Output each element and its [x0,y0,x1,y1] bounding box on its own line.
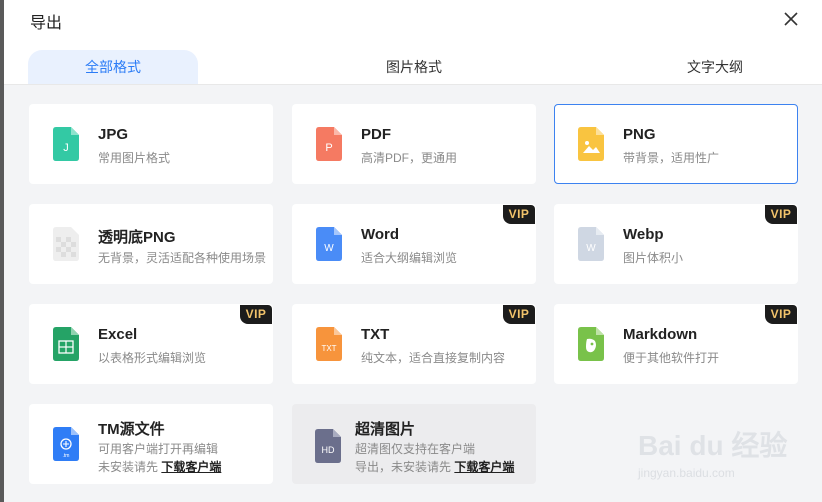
format-name: Excel [98,326,138,343]
format-name: PNG [623,126,656,143]
tab-image-formats[interactable]: 图片格式 [329,50,499,84]
format-desc: 纯文本，适合直接复制内容 [361,351,506,365]
watermark-url-text: jingyan.baidu.com [638,466,735,480]
format-desc: 常用图片格式 [98,151,171,165]
format-name: JPG [98,126,129,143]
format-desc-line2: 导出，未安装请先 下载客户端 [355,458,514,475]
format-desc: 带背景，适用性广 [623,151,720,165]
svg-text:P: P [325,142,332,154]
dialog-header: 导出 全部格式 图片格式 文字大纲 [4,0,822,85]
install-hint: 导出，未安装请先 [355,460,455,474]
format-desc: 高清PDF，更通用 [361,151,458,165]
svg-text:.tm: .tm [63,453,70,459]
svg-text:J: J [63,142,69,154]
format-desc: 超清图仅支持在客户端 [355,442,476,456]
format-card-markdown[interactable]: Markdown 便于其他软件打开 VIP [554,304,798,384]
format-card-jpg[interactable]: J JPG 常用图片格式 [29,104,273,184]
format-name: TM源文件 [98,421,165,438]
format-name: TXT [361,326,390,343]
format-name: 透明底PNG [98,229,176,246]
format-card-png[interactable]: PNG 带背景，适用性广 [554,104,798,184]
tab-all-formats[interactable]: 全部格式 [28,50,198,84]
format-card-hd-image[interactable]: HD 超清图片 超清图仅支持在客户端 导出，未安装请先 下载客户端 [292,404,536,484]
format-desc: 以表格形式编辑浏览 [98,351,207,365]
close-icon [784,12,798,26]
format-name: Word [361,226,400,243]
close-button[interactable] [780,8,802,30]
txt-file-icon: TXT [316,327,342,361]
download-client-link[interactable]: 下载客户端 [454,460,514,474]
svg-text:W: W [324,243,334,254]
word-file-icon: W [316,227,342,261]
vip-badge: VIP [503,305,535,324]
markdown-file-icon [578,327,604,361]
format-desc: 图片体积小 [623,251,684,265]
format-desc: 便于其他软件打开 [623,351,720,365]
format-card-pdf[interactable]: P PDF 高清PDF，更通用 [292,104,536,184]
format-card-transparent-png[interactable]: 透明底PNG 无背景，灵活适配各种使用场景 [29,204,273,284]
transparent-png-file-icon [53,227,79,261]
format-desc-line2: 未安装请先 下载客户端 [98,458,221,475]
svg-text:HD: HD [322,445,335,455]
format-card-word[interactable]: W Word 适合大纲编辑浏览 VIP [292,204,536,284]
jpg-file-icon: J [53,127,79,161]
svg-text:W: W [586,243,596,254]
format-name: Markdown [623,326,698,343]
tm-source-file-icon: .tm [53,427,79,461]
format-card-webp[interactable]: W Webp 图片体积小 VIP [554,204,798,284]
format-card-excel[interactable]: Excel 以表格形式编辑浏览 VIP [29,304,273,384]
format-desc: 可用客户端打开再编辑 [98,442,219,456]
export-dialog: 导出 全部格式 图片格式 文字大纲 J JPG 常用图片格式 P PDF 高清P… [4,0,822,502]
pdf-file-icon: P [316,127,342,161]
format-desc: 无背景，灵活适配各种使用场景 [98,251,267,265]
download-client-link[interactable]: 下载客户端 [161,460,221,474]
watermark-logo-text: Bai du 经验 [638,430,788,461]
vip-badge: VIP [503,205,535,224]
install-hint: 未安装请先 [98,460,162,474]
dialog-title: 导出 [30,15,63,32]
tab-text-outline[interactable]: 文字大纲 [630,50,800,84]
svg-text:TXT: TXT [321,344,336,353]
format-name: PDF [361,126,391,143]
format-desc: 适合大纲编辑浏览 [361,251,458,265]
hd-image-file-icon: HD [315,429,341,463]
vip-badge: VIP [240,305,272,324]
format-name: Webp [623,226,664,243]
png-file-icon [578,127,604,161]
vip-badge: VIP [765,205,797,224]
format-card-txt[interactable]: TXT TXT 纯文本，适合直接复制内容 VIP [292,304,536,384]
webp-file-icon: W [578,227,604,261]
baidu-jingyan-watermark: Bai du 经验 jingyan.baidu.com [638,410,818,490]
format-name: 超清图片 [355,421,416,438]
format-card-tm-source[interactable]: .tm TM源文件 可用客户端打开再编辑 未安装请先 下载客户端 [29,404,273,484]
excel-file-icon [53,327,79,361]
vip-badge: VIP [765,305,797,324]
